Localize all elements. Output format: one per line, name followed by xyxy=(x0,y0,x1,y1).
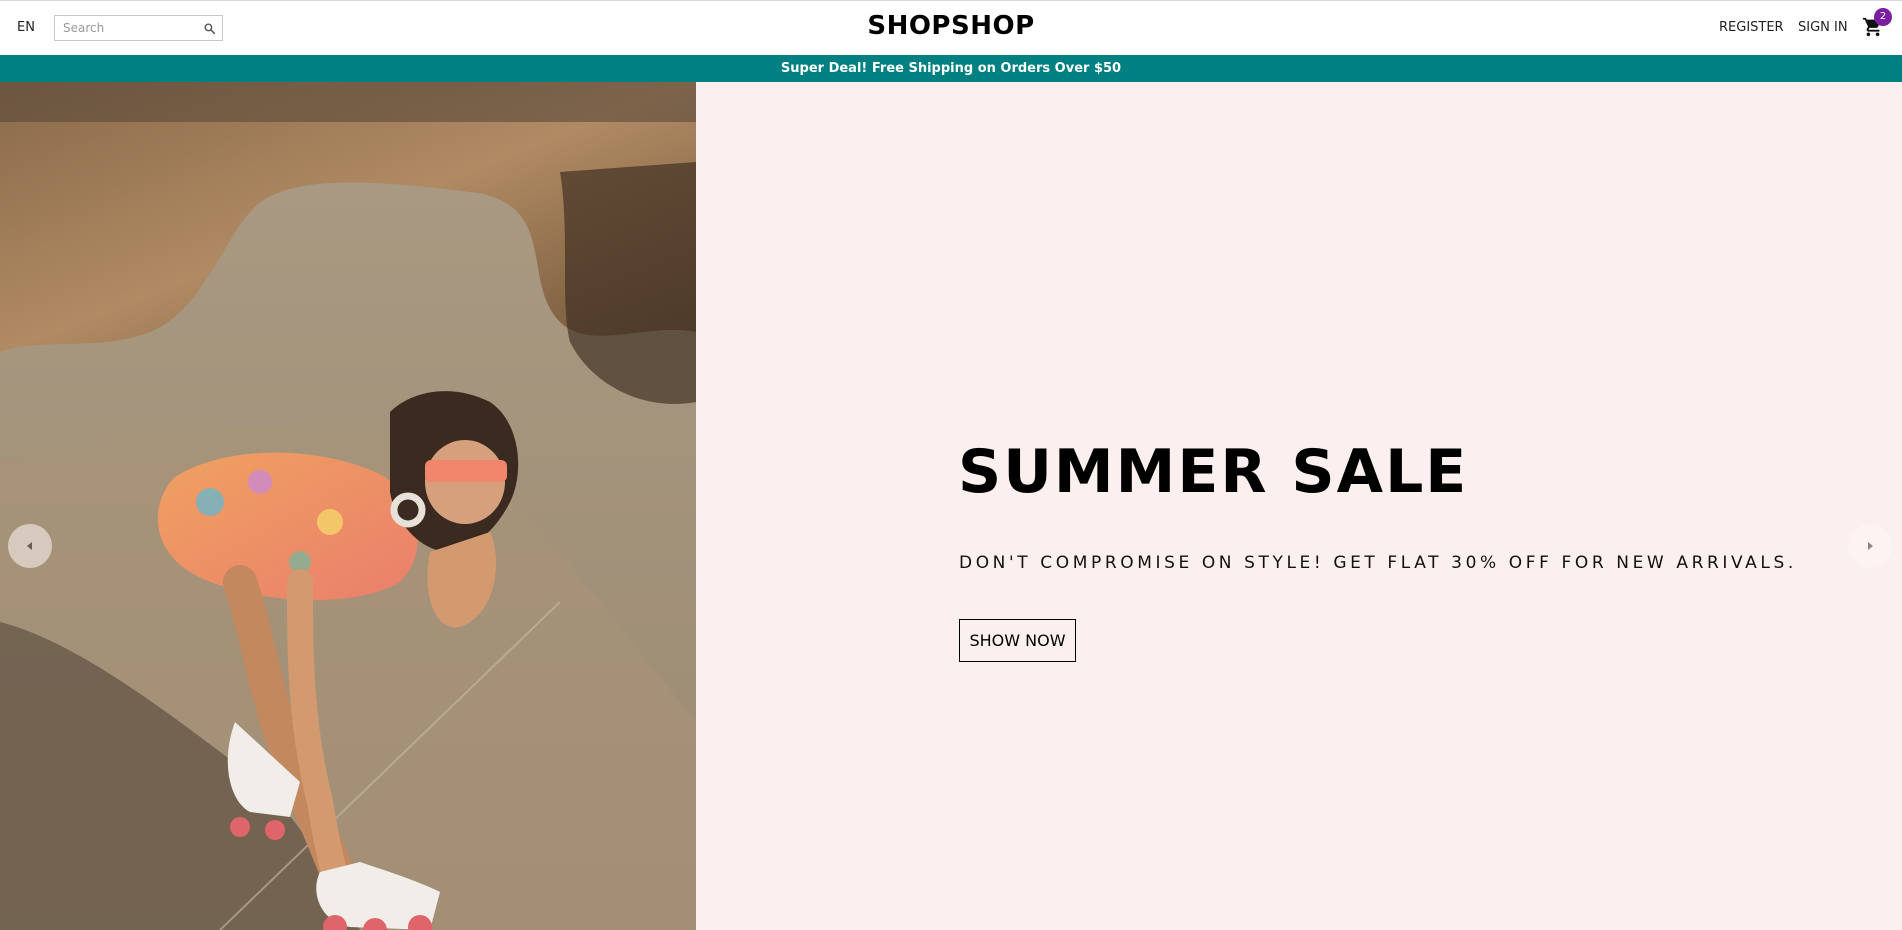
language-selector[interactable]: EN xyxy=(17,20,35,35)
hero-image xyxy=(0,82,696,930)
announcement-bar: Super Deal! Free Shipping on Orders Over… xyxy=(0,55,1902,82)
hero-info: SUMMER SALE DON'T COMPROMISE ON STYLE! G… xyxy=(958,82,1858,930)
show-now-button[interactable]: SHOW NOW xyxy=(959,619,1076,662)
site-logo: SHOPSHOP xyxy=(867,11,1035,41)
navbar: EN SHOPSHOP REGISTER SIGN IN 2 xyxy=(0,0,1902,55)
hero-photo-illustration xyxy=(0,82,696,930)
sign-in-link[interactable]: SIGN IN xyxy=(1798,20,1848,35)
slider-prev-button[interactable] xyxy=(8,524,52,568)
search-input[interactable] xyxy=(55,16,195,40)
hero-title: SUMMER SALE xyxy=(958,437,1469,507)
register-link[interactable]: REGISTER xyxy=(1719,20,1784,35)
search-icon[interactable] xyxy=(203,22,216,35)
arrow-left-icon xyxy=(27,542,32,550)
search-container xyxy=(54,15,223,41)
hero-description: DON'T COMPROMISE ON STYLE! GET FLAT 30% … xyxy=(959,553,1797,573)
arrow-right-icon xyxy=(1868,542,1873,550)
hero-slider: SUMMER SALE DON'T COMPROMISE ON STYLE! G… xyxy=(0,82,1902,930)
cart-badge: 2 xyxy=(1874,8,1892,26)
slider-next-button[interactable] xyxy=(1848,524,1892,568)
